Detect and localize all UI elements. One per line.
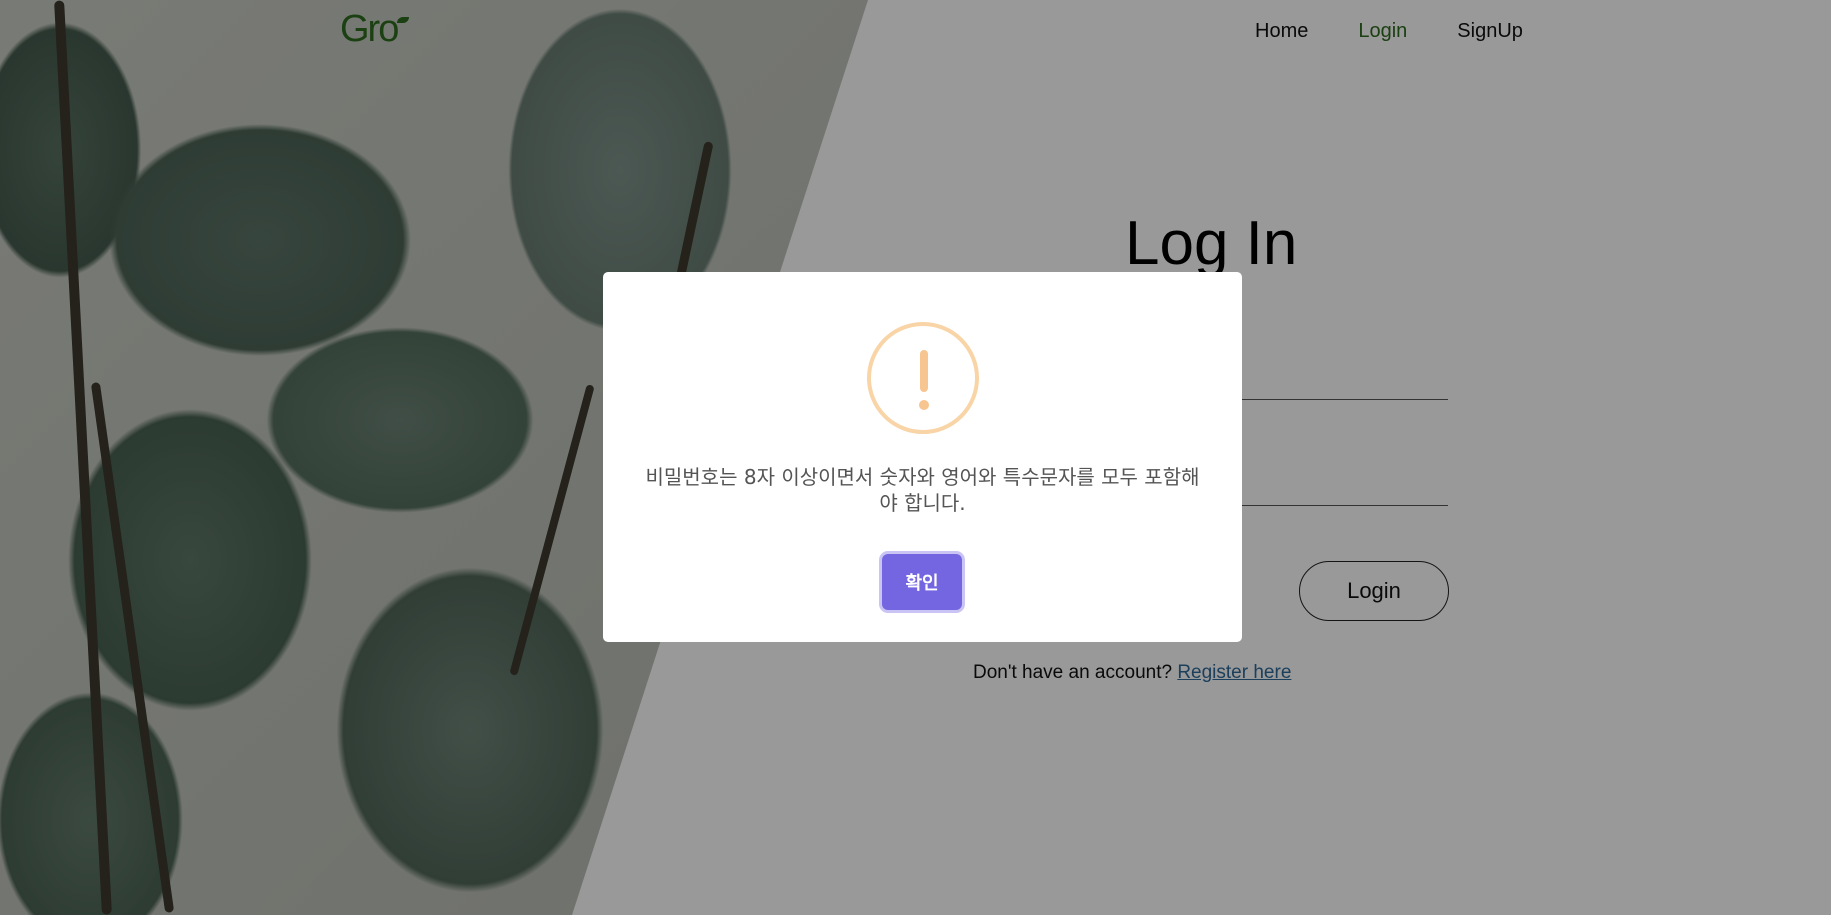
exclamation-icon	[867, 322, 979, 434]
exclamation-dot	[919, 400, 929, 410]
login-page: Gro Home Login SignUp Log In Login Don't…	[0, 0, 1831, 915]
alert-message: 비밀번호는 8자 이상이면서 숫자와 영어와 특수문자를 모두 포함해야 합니다…	[645, 465, 1200, 515]
confirm-button[interactable]: 확인	[882, 554, 962, 610]
exclamation-bar	[920, 350, 928, 392]
alert-modal: 비밀번호는 8자 이상이면서 숫자와 영어와 특수문자를 모두 포함해야 합니다…	[603, 272, 1242, 642]
